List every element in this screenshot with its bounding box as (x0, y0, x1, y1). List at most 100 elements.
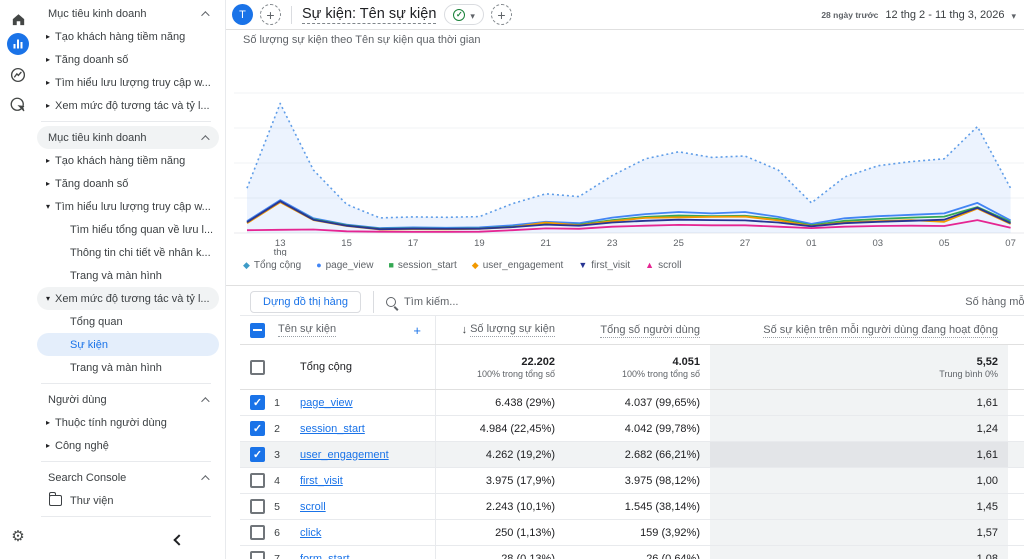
sidebar-item[interactable]: Công nghệ (37, 434, 219, 457)
column-header-events-per-user[interactable]: Số sự kiện trên mỗi người dùng đang hoạt… (763, 324, 1008, 338)
table-header-row: Tên sự kiện + Số lượng sự kiện Tổng số n… (240, 316, 1024, 345)
sidebar-item[interactable]: Tìm hiểu lưu lượng truy cập w... (37, 71, 219, 94)
legend-item: ■ session_start (388, 260, 456, 271)
events-per-user-cell: 1,24 (710, 416, 1008, 441)
search-input[interactable] (404, 296, 705, 308)
total-users-cell: 2.682 (66,21%) (624, 448, 700, 461)
totals-row: Tổng cộng 22.202 100% trong tổng số 4.051 10… (240, 345, 1024, 390)
event-count-cell: 28 (0,13%) (435, 546, 565, 559)
reports-icon[interactable] (7, 33, 29, 55)
collapse-sidebar-icon[interactable] (171, 533, 185, 547)
avatar[interactable]: T (232, 4, 253, 25)
row-checkbox[interactable] (250, 473, 265, 488)
events-per-user-cell: 1,61 (710, 442, 1008, 467)
admin-gear-icon[interactable] (7, 525, 29, 547)
row-index: 2 (274, 422, 280, 435)
row-checkbox[interactable] (250, 551, 265, 559)
svg-text:23: 23 (607, 238, 618, 249)
metric-subtext: Trung bình 0% (939, 368, 998, 379)
date-range-picker[interactable]: 28 ngày trước 12 thg 2 - 11 thg 3, 2026 (821, 6, 1024, 24)
sidebar-section-header[interactable]: Search Console (37, 466, 219, 489)
sidebar-item[interactable]: Thuộc tính người dùng (37, 411, 219, 434)
event-name-link[interactable]: session_start (300, 423, 365, 435)
sidebar-item[interactable]: Tạo khách hàng tiềm năng (37, 149, 219, 172)
add-report-icon[interactable] (490, 4, 512, 25)
sidebar-divider (41, 121, 211, 122)
sidebar-subitem-label: Sự kiện (70, 338, 108, 351)
metric-subtext: 100% trong tổng số (476, 368, 555, 379)
table-row: 6 click 250 (1,13%) 159 (3,92%) 1,57 (240, 520, 1024, 546)
total-users-cell: 1.545 (38,14%) (624, 500, 700, 513)
sidebar-subitem[interactable]: Trang và màn hình (37, 356, 219, 379)
report-status-pill[interactable] (444, 4, 484, 25)
sidebar-item[interactable]: Tìm hiểu lưu lượng truy cập w... (37, 195, 219, 218)
collapsed-arrow-icon (41, 156, 55, 165)
home-icon[interactable] (7, 8, 29, 30)
event-name-link[interactable]: first_visit (300, 475, 343, 487)
row-index: 6 (274, 526, 280, 539)
legend-label: scroll (658, 260, 682, 271)
legend-label: first_visit (591, 260, 631, 271)
sidebar-item[interactable]: Tăng doanh số (37, 48, 219, 71)
sidebar-item[interactable]: Thư viện (37, 489, 219, 512)
sidebar-section-header[interactable]: Mục tiêu kinh doanh (37, 126, 219, 149)
legend-label: session_start (397, 260, 457, 271)
event-name-link[interactable]: form_start (300, 553, 350, 559)
events-per-user-cell: 1,00 (710, 468, 1008, 493)
expand-arrow-icon (41, 202, 55, 211)
row-checkbox[interactable] (250, 395, 265, 410)
column-header-total-users[interactable]: Tổng số người dùng (600, 324, 710, 338)
add-comparison-icon[interactable] (260, 4, 281, 25)
row-checkbox[interactable] (250, 447, 265, 462)
sidebar-item[interactable]: Tạo khách hàng tiềm năng (37, 25, 219, 48)
ga4-events-report: Mục tiêu kinh doanh Tạo khách hàng tiềm n… (0, 0, 1024, 559)
sidebar-subitem[interactable]: Trang và màn hình (37, 264, 219, 287)
column-header-event-name[interactable]: Tên sự kiện + (266, 316, 435, 344)
column-header-event-count[interactable]: Số lượng sự kiện (435, 316, 565, 344)
sidebar-subitem-active[interactable]: Sự kiện (37, 333, 219, 356)
legend-item: ▲ scroll (645, 260, 681, 271)
svg-text:05: 05 (939, 238, 950, 249)
sidebar-subitem[interactable]: Tổng quan (37, 310, 219, 333)
event-name-link[interactable]: user_engagement (300, 449, 389, 461)
sidebar-item[interactable]: Xem mức độ tương tác và tỷ l... (37, 287, 219, 310)
sidebar-section-header[interactable]: Người dùng (37, 388, 219, 411)
event-name-link[interactable]: scroll (300, 501, 326, 513)
add-dimension-icon[interactable]: + (413, 323, 421, 338)
sidebar-section-label: Search Console (48, 471, 127, 484)
event-name-link[interactable]: click (300, 527, 321, 539)
metric-value: 1,24 (976, 422, 998, 435)
totals-checkbox[interactable] (250, 359, 265, 375)
collapsed-arrow-icon (41, 32, 55, 41)
rows-per-page-label[interactable]: Số hàng mỗi (965, 296, 1024, 308)
sidebar-subitem[interactable]: Thông tin chi tiết về nhân k... (37, 241, 219, 264)
total-users-cell: 4.037 (99,65%) (624, 396, 700, 409)
row-checkbox[interactable] (250, 499, 265, 514)
metric-value: 1,45 (976, 500, 998, 513)
chart-legend: ◆ Tổng cộng ● page_view ■ session_start ◆ user_… (243, 260, 681, 271)
sidebar-subitem[interactable]: Tìm hiểu tổng quan về lưu l... (37, 218, 219, 241)
explore-icon[interactable] (7, 94, 29, 116)
event-name-link[interactable]: page_view (300, 397, 353, 409)
event-count-cell: 2.243 (10,1%) (435, 494, 565, 519)
sidebar-section-header[interactable]: Mục tiêu kinh doanh (37, 2, 219, 25)
legend-marker-icon: ◆ (471, 260, 479, 270)
advertising-icon[interactable] (7, 64, 29, 86)
page-title[interactable]: Sự kiện: Tên sự kiện (302, 6, 437, 24)
events-per-user-cell: 1,08 (710, 546, 1008, 559)
build-row-chart-button[interactable]: Dựng đồ thị hàng (250, 291, 362, 313)
row-checkbox[interactable] (250, 421, 265, 436)
event-count-cell: 3.975 (17,9%) (435, 468, 565, 493)
svg-text:15: 15 (341, 238, 352, 249)
event-name-cell: form_start (288, 553, 435, 559)
sidebar-item[interactable]: Xem mức độ tương tác và tỷ l... (37, 94, 219, 117)
row-checkbox[interactable] (250, 525, 265, 540)
metric-value: 1,61 (976, 448, 998, 461)
metric-value: 4.051 (672, 355, 700, 368)
totals-total-users: 4.051 100% trong tổng số (565, 345, 710, 389)
sidebar-item[interactable]: Tăng doanh số (37, 172, 219, 195)
sidebar-divider (41, 383, 211, 384)
select-all-checkbox[interactable] (250, 322, 265, 338)
chevron-down-icon (1011, 6, 1016, 24)
legend-marker-icon: ▼ (578, 260, 588, 270)
